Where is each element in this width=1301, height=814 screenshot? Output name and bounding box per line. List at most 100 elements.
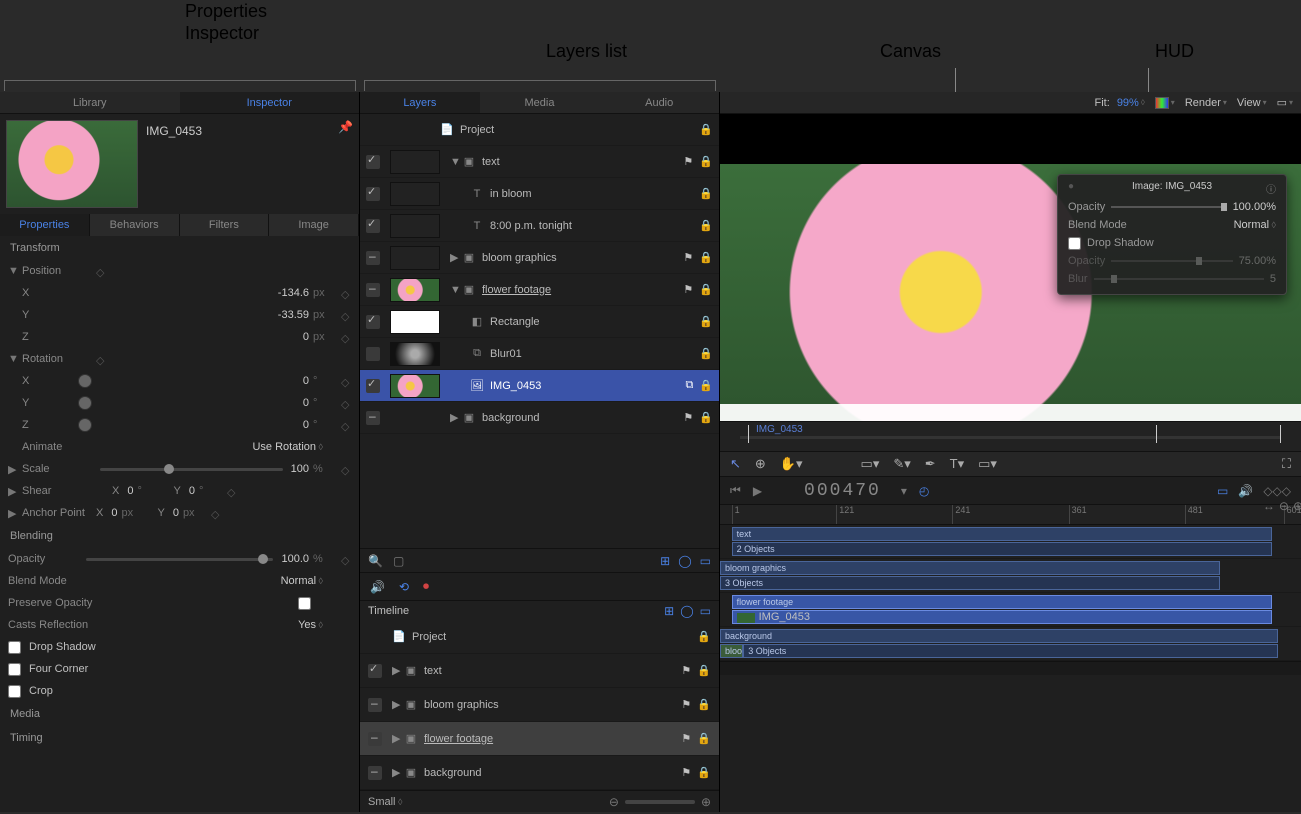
disclosure-icon[interactable]: ▶	[392, 766, 400, 779]
subtab-behaviors[interactable]: Behaviors	[90, 214, 180, 236]
flag-icon[interactable]: ⚑	[683, 411, 693, 424]
visibility-checkbox[interactable]	[366, 411, 380, 425]
lock-icon[interactable]: 🔒	[697, 664, 711, 677]
lock-icon[interactable]: 🔒	[699, 251, 713, 264]
audio-icon[interactable]: 🔊	[370, 580, 385, 594]
layer-row-img0453[interactable]: 🖼IMG_0453⧉🔒	[360, 370, 719, 402]
visibility-checkbox[interactable]	[366, 219, 380, 233]
hud-dropshadow-checkbox[interactable]	[1068, 237, 1081, 250]
zoom-fit-icon[interactable]: ↔	[1263, 499, 1275, 513]
clip-flower[interactable]: flower footage	[732, 595, 1272, 609]
render-menu[interactable]: Render▾	[1185, 97, 1227, 109]
mini-timeline[interactable]: IMG_0453	[720, 421, 1301, 451]
layer-row-blur[interactable]: ⧉Blur01🔒	[360, 338, 719, 370]
masks-icon[interactable]: ▭	[700, 554, 711, 568]
value-shear-y[interactable]: 0	[189, 485, 199, 497]
layer-row-bloom-graphics[interactable]: ▶▣bloom graphics⚑🔒	[360, 242, 719, 274]
timecode-menu-icon[interactable]: ▾	[901, 484, 907, 498]
layer-row-flower-footage[interactable]: ▼▣flower footage⚑🔒	[360, 274, 719, 306]
disclosure-icon[interactable]: ▶	[8, 463, 18, 476]
rect-tool-icon[interactable]: ▭▾	[861, 456, 880, 472]
tab-layers[interactable]: Layers	[360, 92, 480, 113]
value-rot-y[interactable]: 0	[303, 397, 313, 409]
visibility-checkbox[interactable]	[368, 698, 382, 712]
arrow-tool-icon[interactable]: ↖	[730, 456, 741, 472]
keyframe-nav-icon[interactable]: ◇◇◇	[1263, 484, 1291, 498]
canvas-viewport[interactable]: 8:00 p.m. tonight in bloom Image: IMG_04…	[720, 114, 1301, 421]
visibility-checkbox[interactable]	[368, 732, 382, 746]
disclosure-icon[interactable]: ▶	[8, 507, 18, 520]
keyframe-icon[interactable]: ◇	[341, 420, 351, 430]
keyframe-icon[interactable]: ◇	[341, 464, 351, 474]
audio-icon[interactable]: 🔊	[1238, 484, 1253, 498]
hud-panel[interactable]: Image: IMG_0453 Opacity100.00% Blend Mod…	[1057, 174, 1287, 295]
clip-background[interactable]: background	[720, 629, 1278, 643]
zoom-in-icon[interactable]: ⊕	[1293, 499, 1301, 513]
view-menu[interactable]: View▾	[1237, 97, 1267, 109]
tab-media[interactable]: Media	[480, 92, 600, 113]
keyframe-icon[interactable]: ◇	[341, 332, 351, 342]
value-anchor-y[interactable]: 0	[173, 507, 183, 519]
zoom-slider[interactable]	[625, 800, 695, 804]
hud-opacity-slider[interactable]	[1111, 206, 1226, 208]
clip-background-prefix[interactable]: bloo	[720, 644, 743, 658]
lock-icon[interactable]: 🔒	[699, 155, 713, 168]
clip-text-sub[interactable]: 2 Objects	[732, 542, 1272, 556]
rotation-dial[interactable]	[78, 396, 92, 410]
brush-tool-icon[interactable]: ✎▾	[893, 456, 910, 472]
rotation-dial[interactable]	[78, 374, 92, 388]
disclosure-icon[interactable]: ▼	[8, 265, 18, 277]
zoom-out-icon[interactable]: ⊖	[609, 795, 619, 809]
disclosure-icon[interactable]: ▼	[450, 156, 458, 168]
value-shear-x[interactable]: 0	[127, 485, 137, 497]
behaviors-icon[interactable]: ◯	[678, 554, 691, 568]
out-marker[interactable]	[1280, 425, 1281, 443]
tab-library[interactable]: Library	[0, 92, 180, 113]
layer-row-time[interactable]: T8:00 p.m. tonight🔒	[360, 210, 719, 242]
scale-slider[interactable]	[100, 468, 283, 471]
visibility-checkbox[interactable]	[368, 766, 382, 780]
value-pos-x[interactable]: -134.6	[278, 287, 313, 299]
layout-icon[interactable]: ▭	[1277, 96, 1287, 109]
subtab-properties[interactable]: Properties	[0, 214, 90, 236]
clock-icon[interactable]: ◴	[919, 484, 929, 498]
tab-inspector[interactable]: Inspector	[180, 92, 360, 113]
mask-tool-icon[interactable]: ▭▾	[978, 456, 997, 472]
zoom-in-icon[interactable]: ⊕	[701, 795, 711, 809]
lock-icon[interactable]: 🔒	[699, 315, 713, 328]
visibility-checkbox[interactable]	[366, 187, 380, 201]
play-icon[interactable]: ▶	[753, 484, 762, 498]
clip-bloom[interactable]: bloom graphics	[720, 561, 1220, 575]
checkbox-dropshadow[interactable]	[8, 641, 21, 654]
visibility-checkbox[interactable]	[366, 315, 380, 329]
lock-icon[interactable]: 🔒	[699, 411, 713, 424]
disclosure-icon[interactable]: ▶	[392, 664, 400, 677]
record-icon[interactable]: ⏺	[423, 579, 429, 594]
filters-icon[interactable]: ⊞	[664, 604, 674, 618]
checkbox-fourcorner[interactable]	[8, 663, 21, 676]
keyframe-icon[interactable]: ◇	[227, 486, 237, 496]
keyframe-icon[interactable]: ◇	[341, 398, 351, 408]
visibility-checkbox[interactable]	[366, 155, 380, 169]
layer-row-inbloom[interactable]: Tin bloom🔒	[360, 178, 719, 210]
transform-tool-icon[interactable]: ⊕	[755, 456, 766, 472]
tl-row-bloom[interactable]: ▶▣bloom graphics⚑🔒	[360, 688, 719, 722]
flag-icon[interactable]: ⚑	[683, 155, 693, 168]
clip-background-sub[interactable]: 3 Objects	[743, 644, 1278, 658]
lock-icon[interactable]: 🔒	[697, 732, 711, 745]
text-tool-icon[interactable]: T▾	[950, 456, 964, 472]
tab-audio[interactable]: Audio	[599, 92, 719, 113]
tl-row-background[interactable]: ▶▣background⚑🔒	[360, 756, 719, 790]
keyframe-icon[interactable]: ◇	[96, 266, 106, 276]
fit-value[interactable]: 99%	[1117, 97, 1139, 109]
lock-icon[interactable]: 🔒	[699, 379, 713, 392]
clip-text[interactable]: text	[732, 527, 1272, 541]
visibility-checkbox[interactable]	[366, 347, 380, 361]
value-rot-z[interactable]: 0	[303, 419, 313, 431]
value-opacity[interactable]: 100.0	[281, 553, 313, 565]
keyframe-icon[interactable]: ◇	[96, 354, 106, 364]
pen-tool-icon[interactable]: ✒	[925, 456, 936, 472]
dropdown-casts[interactable]: Yes	[298, 619, 327, 631]
visibility-checkbox[interactable]	[366, 251, 380, 265]
tl-row-flower[interactable]: ▶▣flower footage⚑🔒	[360, 722, 719, 756]
